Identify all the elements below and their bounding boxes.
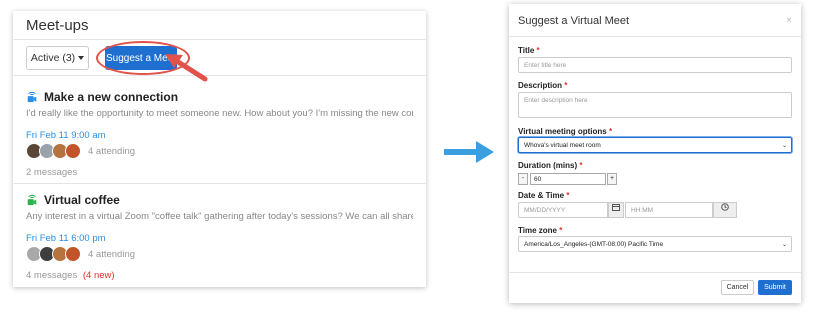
close-icon[interactable]: × — [786, 15, 792, 26]
virtual-options-select[interactable]: Whova's virtual meet room ⌄ — [518, 137, 792, 153]
date-input[interactable]: MM/DD/YYYY — [518, 202, 608, 218]
description-textarea[interactable]: Enter description here — [518, 92, 792, 118]
panel-title: Meet-ups — [13, 11, 426, 40]
meetup-date: Fri Feb 11 6:00 pm — [26, 233, 106, 244]
title-label-text: Title — [518, 46, 535, 55]
video-camera-icon — [27, 91, 37, 103]
messages-count: 2 messages — [26, 167, 413, 178]
meetup-description: Any interest in a virtual Zoom "coffee t… — [26, 211, 413, 222]
avatar — [65, 143, 81, 159]
required-mark: * — [564, 81, 568, 90]
time-input[interactable]: HH:MM — [625, 202, 713, 218]
timezone-label-text: Time zone — [518, 226, 557, 235]
messages-count: 4 messages (4 new) — [26, 270, 413, 281]
chevron-down-icon: ⌄ — [781, 242, 787, 248]
attendee-avatars — [26, 246, 81, 262]
messages-label: 4 messages — [26, 270, 78, 281]
timezone-value: America/Los_Angeles-(GMT-08:00) Pacific … — [524, 241, 664, 248]
duration-increment-button[interactable]: + — [607, 173, 617, 185]
duration-label: Duration (mins) * — [518, 161, 582, 170]
virtual-options-label: Virtual meeting options * — [518, 127, 612, 136]
required-mark: * — [608, 127, 613, 136]
submit-button[interactable]: Submit — [758, 280, 792, 295]
datetime-label-text: Date & Time — [518, 191, 565, 200]
calendar-glyph — [612, 204, 620, 211]
chevron-down-icon: ⌄ — [781, 143, 787, 149]
clock-icon[interactable] — [713, 202, 737, 218]
meetup-item[interactable]: Make a new connection I'd really like th… — [13, 82, 426, 184]
suggest-virtual-meet-modal: Suggest a Virtual Meet × Title * Enter t… — [509, 4, 801, 303]
attending-count: 4 attending — [88, 248, 136, 260]
timezone-select[interactable]: America/Los_Angeles-(GMT-08:00) Pacific … — [518, 236, 792, 252]
avatar — [65, 246, 81, 262]
datetime-label: Date & Time * — [518, 191, 569, 200]
meetup-item[interactable]: Virtual coffee Any interest in a virtual… — [13, 185, 426, 287]
clock-glyph — [721, 203, 729, 211]
modal-footer-divider — [509, 272, 801, 273]
calendar-icon[interactable] — [608, 202, 624, 218]
title-label: Title * — [518, 46, 540, 55]
attendee-avatars — [26, 143, 81, 159]
meetup-title: Virtual coffee — [44, 193, 120, 207]
messages-label: 2 messages — [26, 167, 78, 178]
attending-count: 4 attending — [88, 145, 136, 157]
caret-down-icon — [78, 56, 85, 60]
video-camera-icon — [27, 194, 37, 206]
meetups-panel: Meet-ups Active (3) Suggest a Meet Make … — [13, 11, 426, 287]
timezone-label: Time zone * — [518, 226, 562, 235]
arrow-right-icon — [444, 141, 494, 163]
duration-decrement-button[interactable]: - — [518, 173, 528, 185]
modal-header: Suggest a Virtual Meet × — [509, 4, 801, 37]
modal-title: Suggest a Virtual Meet — [518, 15, 630, 27]
meetups-toolbar: Active (3) Suggest a Meet — [13, 40, 426, 76]
active-filter-label: Active (3) — [30, 52, 76, 64]
meetup-description: I'd really like the opportunity to meet … — [26, 108, 413, 119]
new-messages-badge: (4 new) — [82, 270, 115, 281]
screenshot-stage: Meet-ups Active (3) Suggest a Meet Make … — [0, 0, 824, 330]
cancel-button[interactable]: Cancel — [721, 280, 754, 295]
virtual-options-value: Whova's virtual meet room — [524, 142, 601, 149]
required-mark: * — [536, 46, 540, 55]
active-filter-dropdown[interactable]: Active (3) — [26, 46, 89, 70]
description-label: Description * — [518, 81, 567, 90]
required-mark: * — [559, 226, 563, 235]
pointer-arrow-icon — [165, 54, 208, 82]
required-mark: * — [566, 191, 570, 200]
description-label-text: Description — [518, 81, 563, 90]
virtual-options-label-text: Virtual meeting options — [518, 127, 607, 136]
duration-label-text: Duration (mins) — [518, 161, 578, 170]
meetup-date: Fri Feb 11 9:00 am — [26, 130, 106, 141]
title-input[interactable]: Enter title here — [518, 57, 792, 73]
duration-input[interactable]: 60 — [530, 173, 606, 185]
required-mark: * — [579, 161, 583, 170]
meetup-title: Make a new connection — [44, 90, 179, 104]
